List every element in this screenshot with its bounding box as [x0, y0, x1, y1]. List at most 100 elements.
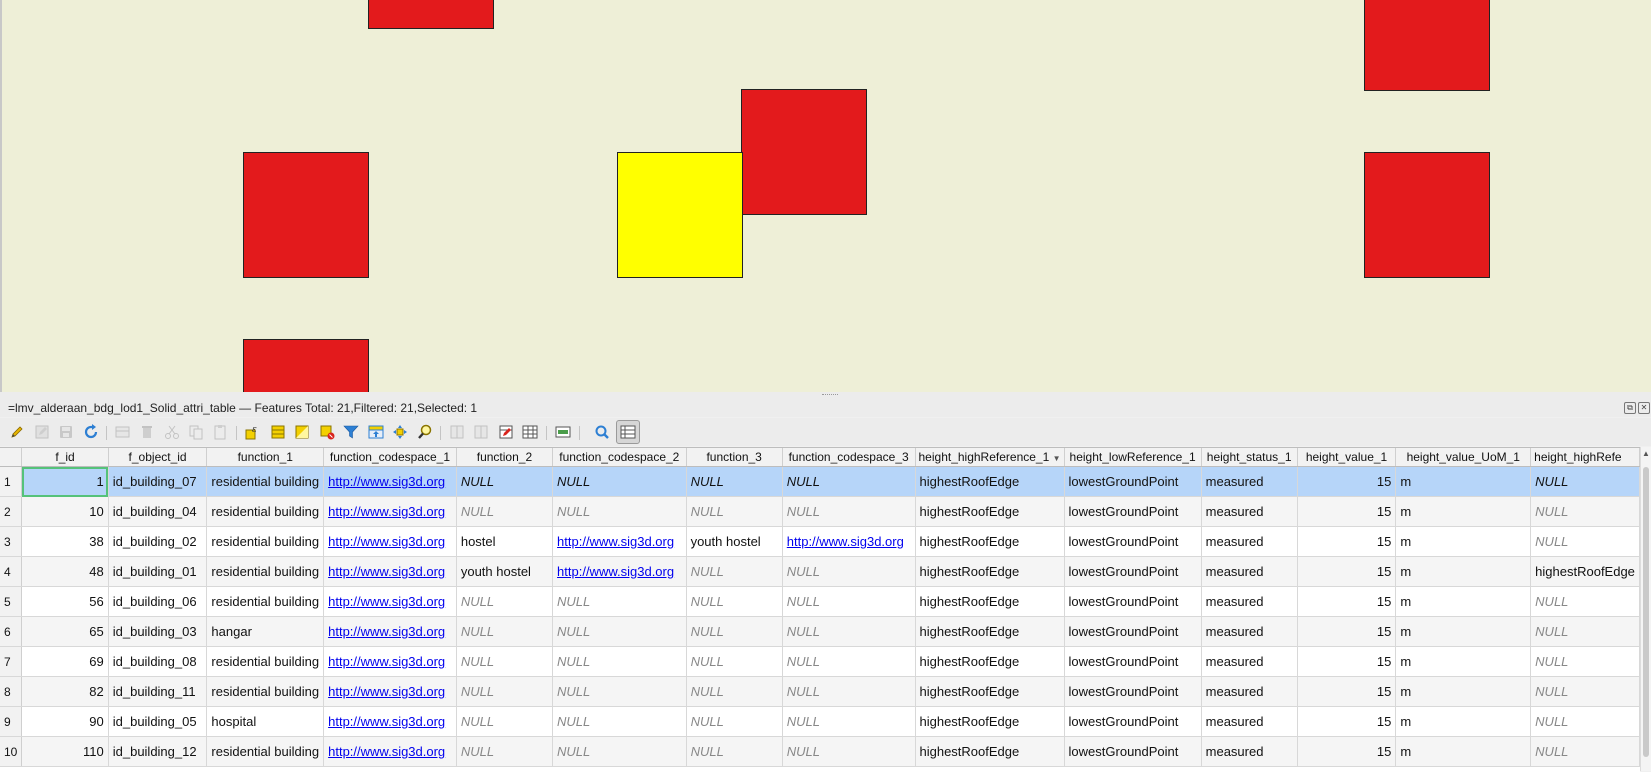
table-cell-height-status-1[interactable]: measured — [1201, 676, 1298, 707]
column-header[interactable]: function_1 — [206, 448, 325, 467]
table-cell-height-highrefe[interactable]: NULL — [1530, 646, 1640, 677]
table-cell-function-1[interactable]: residential building — [206, 526, 325, 557]
table-row[interactable]: 3 38 id_building_02 residential building htt… — [0, 526, 1640, 557]
building-feature[interactable] — [741, 89, 867, 215]
dock-table-view-icon[interactable] — [616, 420, 640, 444]
row-number-header[interactable]: 9 — [0, 706, 23, 737]
table-cell-height-lowreference-1[interactable]: lowestGroundPoint — [1064, 676, 1202, 707]
splitter-grip[interactable] — [822, 394, 838, 397]
table-row[interactable]: 6 65 id_building_03 hangar http://www.sig3d.… — [0, 616, 1640, 647]
copy-icon[interactable] — [186, 422, 206, 442]
table-row[interactable]: 2 10 id_building_04 residential building htt… — [0, 496, 1640, 527]
table-cell-function-1[interactable]: hangar — [206, 616, 325, 647]
table-cell-function-codespace-3[interactable]: NULL — [782, 706, 916, 737]
table-cell-f-object-id[interactable]: id_building_01 — [108, 556, 208, 587]
selected-building-feature[interactable] — [617, 152, 743, 278]
table-cell-f-object-id[interactable]: id_building_07 — [108, 466, 208, 497]
table-cell-height-lowreference-1[interactable]: lowestGroundPoint — [1064, 646, 1202, 677]
table-cell-f-id[interactable]: 82 — [21, 676, 109, 707]
table-cell-height-highrefe[interactable]: highestRoofEdge — [1530, 556, 1640, 587]
table-cell-height-value-uom-1[interactable]: m — [1395, 556, 1532, 587]
table-cell-height-value-uom-1[interactable]: m — [1395, 496, 1532, 527]
reload-icon[interactable] — [81, 422, 101, 442]
table-cell-height-highrefe[interactable]: NULL — [1530, 706, 1640, 737]
table-cell-function-codespace-2[interactable]: http://www.sig3d.org — [552, 526, 687, 557]
column-header[interactable]: height_value_UoM_1 — [1395, 448, 1532, 467]
table-cell-height-status-1[interactable]: measured — [1201, 736, 1298, 767]
table-cell-f-object-id[interactable]: id_building_02 — [108, 526, 208, 557]
corner-header[interactable] — [0, 448, 23, 467]
table-cell-height-value-1[interactable]: 15 — [1297, 706, 1397, 737]
table-cell-f-object-id[interactable]: id_building_12 — [108, 736, 208, 767]
column-header[interactable]: function_2 — [456, 448, 554, 467]
table-cell-height-highrefe[interactable]: NULL — [1530, 496, 1640, 527]
table-cell-height-highreference-1[interactable]: highestRoofEdge — [915, 676, 1065, 707]
table-cell-function-2[interactable]: youth hostel — [456, 556, 554, 587]
table-row[interactable]: 4 48 id_building_01 residential building htt… — [0, 556, 1640, 587]
table-cell-height-status-1[interactable]: measured — [1201, 616, 1298, 647]
table-cell-function-2[interactable]: NULL — [456, 736, 554, 767]
column-header[interactable]: height_lowReference_1 — [1064, 448, 1202, 467]
table-row[interactable]: 7 69 id_building_08 residential building htt… — [0, 646, 1640, 677]
close-icon[interactable]: ✕ — [1638, 402, 1650, 414]
delete-feature-icon[interactable] — [137, 422, 157, 442]
table-cell-function-codespace-2[interactable]: NULL — [552, 616, 687, 647]
table-cell-function-codespace-3[interactable]: NULL — [782, 466, 916, 497]
table-cell-height-value-1[interactable]: 15 — [1297, 466, 1397, 497]
table-cell-function-2[interactable]: NULL — [456, 676, 554, 707]
table-cell-height-highrefe[interactable]: NULL — [1530, 736, 1640, 767]
table-cell-height-value-uom-1[interactable]: m — [1395, 526, 1532, 557]
table-cell-function-codespace-2[interactable]: NULL — [552, 496, 687, 527]
building-feature[interactable] — [1364, 152, 1490, 278]
table-cell-f-id[interactable]: 48 — [21, 556, 109, 587]
table-cell-height-status-1[interactable]: measured — [1201, 526, 1298, 557]
table-cell-height-highreference-1[interactable]: highestRoofEdge — [915, 616, 1065, 647]
float-icon[interactable]: ⧉ — [1624, 402, 1636, 414]
invert-selection-icon[interactable] — [292, 422, 312, 442]
column-header[interactable]: height_highRefe — [1530, 448, 1640, 467]
table-cell-function-codespace-3[interactable]: http://www.sig3d.org — [782, 526, 916, 557]
table-cell-function-codespace-2[interactable]: NULL — [552, 736, 687, 767]
table-cell-function-1[interactable]: residential building — [206, 466, 325, 497]
scrollbar-thumb[interactable] — [1643, 467, 1649, 757]
table-cell-function-codespace-1[interactable]: http://www.sig3d.org — [323, 496, 457, 527]
table-cell-function-2[interactable]: NULL — [456, 466, 554, 497]
organize-columns-icon[interactable] — [496, 422, 516, 442]
table-cell-height-lowreference-1[interactable]: lowestGroundPoint — [1064, 556, 1202, 587]
table-cell-f-id[interactable]: 90 — [21, 706, 109, 737]
building-feature[interactable] — [243, 152, 369, 278]
conditional-formatting-icon[interactable] — [553, 422, 573, 442]
table-cell-function-codespace-1[interactable]: http://www.sig3d.org — [323, 616, 457, 647]
table-cell-function-2[interactable]: NULL — [456, 616, 554, 647]
table-cell-function-codespace-1[interactable]: http://www.sig3d.org — [323, 586, 457, 617]
select-by-expression-icon[interactable]: ε — [243, 422, 263, 442]
table-cell-function-codespace-3[interactable]: NULL — [782, 736, 916, 767]
table-cell-height-highreference-1[interactable]: highestRoofEdge — [915, 466, 1065, 497]
field-calculator-icon[interactable] — [520, 422, 540, 442]
table-cell-function-1[interactable]: residential building — [206, 496, 325, 527]
table-row[interactable]: 9 90 id_building_05 hospital http://www.sig3… — [0, 706, 1640, 737]
actions-icon[interactable] — [592, 422, 612, 442]
table-cell-height-value-uom-1[interactable]: m — [1395, 616, 1532, 647]
table-cell-function-1[interactable]: residential building — [206, 676, 325, 707]
table-cell-function-codespace-2[interactable]: NULL — [552, 466, 687, 497]
table-cell-function-codespace-3[interactable]: NULL — [782, 646, 916, 677]
column-header[interactable]: function_codespace_3 — [782, 448, 916, 467]
column-header[interactable]: height_status_1 — [1201, 448, 1298, 467]
table-cell-function-2[interactable]: hostel — [456, 526, 554, 557]
table-cell-function-1[interactable]: residential building — [206, 736, 325, 767]
table-cell-height-lowreference-1[interactable]: lowestGroundPoint — [1064, 616, 1202, 647]
table-cell-height-value-uom-1[interactable]: m — [1395, 586, 1532, 617]
table-cell-function-1[interactable]: hospital — [206, 706, 325, 737]
row-number-header[interactable]: 1 — [0, 466, 23, 497]
table-cell-function-2[interactable]: NULL — [456, 586, 554, 617]
filter-icon[interactable] — [341, 422, 361, 442]
column-header-sorted[interactable]: height_highReference_1 ▼ — [915, 448, 1065, 467]
table-cell-height-highreference-1[interactable]: highestRoofEdge — [915, 496, 1065, 527]
table-cell-function-2[interactable]: NULL — [456, 646, 554, 677]
table-cell-function-3[interactable]: NULL — [686, 646, 783, 677]
table-cell-f-id[interactable]: 69 — [21, 646, 109, 677]
paste-icon[interactable] — [210, 422, 230, 442]
table-cell-function-1[interactable]: residential building — [206, 556, 325, 587]
table-row[interactable]: 10 110 id_building_12 residential building h… — [0, 736, 1640, 767]
